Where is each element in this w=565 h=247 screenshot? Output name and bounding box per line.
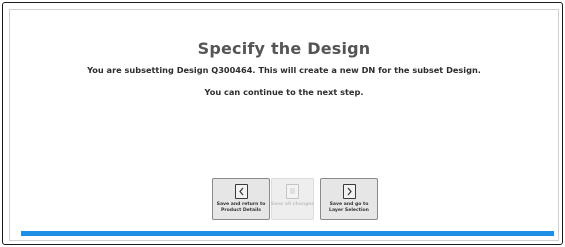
save-and-go-button[interactable]: Save and go to Layer Selection [320, 178, 378, 220]
save-all-changes-label: Save all changes [270, 202, 315, 207]
progress-bar [21, 231, 554, 236]
save-and-return-label: Save and return to Product Details [216, 202, 266, 213]
document-icon [286, 184, 299, 199]
chevron-left-icon [234, 184, 248, 199]
save-all-changes-button[interactable]: Save all changes [271, 178, 314, 220]
save-and-return-button[interactable]: Save and return to Product Details [212, 178, 270, 220]
window-frame: Specify the Design You are subsetting De… [2, 2, 563, 245]
continue-note: You can continue to the next step. [204, 87, 364, 97]
subset-description: You are subsetting Design Q300464. This … [87, 65, 481, 75]
content-panel: Specify the Design You are subsetting De… [9, 9, 559, 241]
chevron-right-icon [342, 184, 356, 199]
save-and-go-label: Save and go to Layer Selection [329, 202, 369, 213]
page-title: Specify the Design [197, 39, 371, 58]
